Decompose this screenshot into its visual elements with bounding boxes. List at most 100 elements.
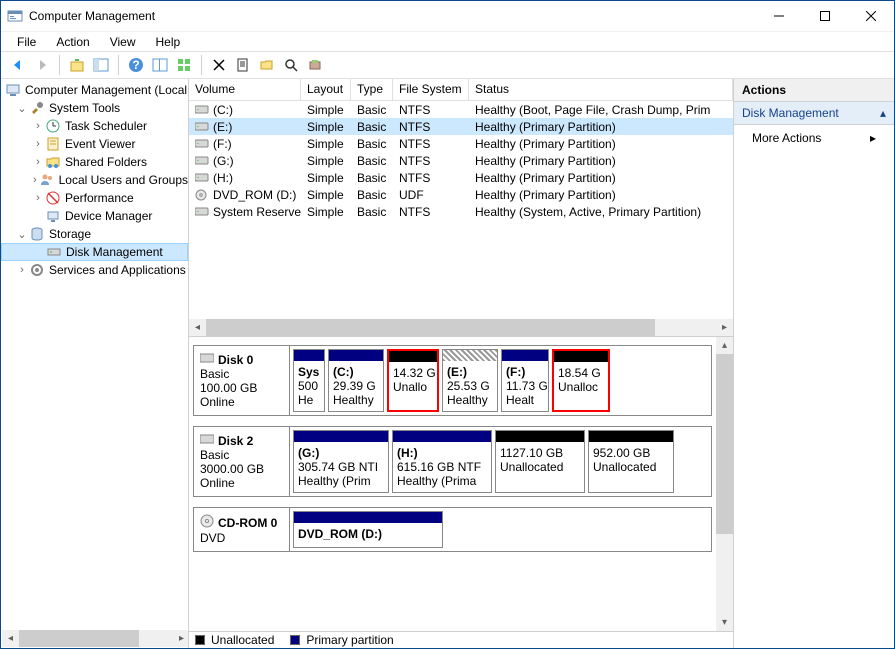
volume-headers[interactable]: Volume Layout Type File System Status: [189, 79, 733, 101]
collapse-icon[interactable]: ▴: [880, 106, 886, 120]
partition-unallocated[interactable]: 952.00 GBUnallocated: [588, 430, 674, 493]
legend: Unallocated Primary partition: [189, 631, 733, 648]
settings-view-button[interactable]: [149, 54, 171, 76]
partition-selected[interactable]: (E:)25.53 GHealthy: [442, 349, 498, 412]
disk-vscroll[interactable]: ▴▾: [716, 337, 733, 631]
disk-icon: [46, 244, 62, 260]
maximize-button[interactable]: [802, 1, 848, 31]
tree-performance[interactable]: ›Performance: [1, 189, 188, 207]
col-filesystem[interactable]: File System: [393, 79, 469, 101]
volume-row[interactable]: DVD_ROM (D:)SimpleBasicUDFHealthy (Prima…: [189, 186, 733, 203]
chevron-right-icon[interactable]: ›: [31, 156, 45, 168]
drive-icon: [195, 104, 209, 116]
services-icon: [29, 262, 45, 278]
forward-button[interactable]: [31, 54, 53, 76]
menu-action[interactable]: Action: [48, 33, 97, 51]
partition[interactable]: DVD_ROM (D:): [293, 511, 443, 548]
show-hide-tree-button[interactable]: [90, 54, 112, 76]
delete-icon[interactable]: [208, 54, 230, 76]
chevron-right-icon[interactable]: ›: [31, 192, 45, 204]
tools-icon: [29, 100, 45, 116]
tree-local-users[interactable]: ›Local Users and Groups: [1, 171, 188, 189]
menu-file[interactable]: File: [9, 33, 44, 51]
drive-icon: [195, 138, 209, 150]
tree-shared-folders[interactable]: ›Shared Folders: [1, 153, 188, 171]
menu-view[interactable]: View: [102, 33, 144, 51]
chevron-down-icon[interactable]: ⌄: [15, 228, 29, 241]
volume-row[interactable]: (C:)SimpleBasicNTFSHealthy (Boot, Page F…: [189, 101, 733, 118]
col-type[interactable]: Type: [351, 79, 393, 101]
volume-row[interactable]: (H:)SimpleBasicNTFSHealthy (Primary Part…: [189, 169, 733, 186]
partition-unallocated[interactable]: 18.54 GUnalloc: [552, 349, 610, 412]
partition[interactable]: (C:)29.39 GHealthy: [328, 349, 384, 412]
actions-section[interactable]: Disk Management▴: [734, 102, 894, 125]
volume-list[interactable]: Volume Layout Type File System Status (C…: [189, 79, 733, 337]
window-title: Computer Management: [29, 9, 756, 23]
properties-icon[interactable]: [232, 54, 254, 76]
chevron-down-icon[interactable]: ⌄: [15, 102, 29, 115]
drive-icon: [195, 172, 209, 184]
action-icon[interactable]: [304, 54, 326, 76]
performance-icon: [45, 190, 61, 206]
refresh-button[interactable]: [173, 54, 195, 76]
tree-root[interactable]: Computer Management (Local: [1, 81, 188, 99]
more-actions[interactable]: More Actions▸: [734, 125, 894, 151]
volume-row[interactable]: (E:)SimpleBasicNTFSHealthy (Primary Part…: [189, 118, 733, 135]
legend-primary-swatch: [290, 635, 300, 645]
disk-map[interactable]: Disk 0 Basic 100.00 GB Online Sys500He (…: [189, 337, 716, 631]
chevron-right-icon: ▸: [870, 131, 876, 145]
tree-task-scheduler[interactable]: ›Task Scheduler: [1, 117, 188, 135]
titlebar: Computer Management: [1, 1, 894, 31]
partition[interactable]: (H:)615.16 GB NTFHealthy (Prima: [392, 430, 492, 493]
menubar: File Action View Help: [1, 31, 894, 51]
disk-2-label: Disk 2 Basic 3000.00 GB Online: [194, 427, 290, 496]
col-layout[interactable]: Layout: [301, 79, 351, 101]
close-button[interactable]: [848, 1, 894, 31]
cdrom-label: CD-ROM 0 DVD: [194, 508, 290, 551]
col-volume[interactable]: Volume: [189, 79, 301, 101]
app-icon: [7, 8, 23, 24]
nav-tree[interactable]: Computer Management (Local ⌄System Tools…: [1, 79, 189, 648]
chevron-right-icon[interactable]: ›: [31, 174, 39, 186]
open-icon[interactable]: [256, 54, 278, 76]
toolbar: ?: [1, 51, 894, 79]
back-button[interactable]: [7, 54, 29, 76]
drive-icon: [195, 155, 209, 167]
volume-row[interactable]: (G:)SimpleBasicNTFSHealthy (Primary Part…: [189, 152, 733, 169]
partition[interactable]: Sys500He: [293, 349, 325, 412]
disk-0[interactable]: Disk 0 Basic 100.00 GB Online Sys500He (…: [193, 345, 712, 416]
volume-row[interactable]: (F:)SimpleBasicNTFSHealthy (Primary Part…: [189, 135, 733, 152]
users-icon: [39, 172, 55, 188]
disk-0-label: Disk 0 Basic 100.00 GB Online: [194, 346, 290, 415]
tree-storage[interactable]: ⌄Storage: [1, 225, 188, 243]
disk-2[interactable]: Disk 2 Basic 3000.00 GB Online (G:)305.7…: [193, 426, 712, 497]
chevron-right-icon[interactable]: ›: [31, 120, 45, 132]
chevron-right-icon[interactable]: ›: [15, 264, 29, 276]
disk-icon: [200, 433, 214, 448]
partition[interactable]: (F:)11.73 GHealt: [501, 349, 549, 412]
computer-icon: [5, 82, 21, 98]
cdrom-0[interactable]: CD-ROM 0 DVD DVD_ROM (D:): [193, 507, 712, 552]
tree-event-viewer[interactable]: ›Event Viewer: [1, 135, 188, 153]
device-icon: [45, 208, 61, 224]
minimize-button[interactable]: [756, 1, 802, 31]
tree-root-label: Computer Management (Local: [25, 83, 187, 97]
help-button[interactable]: ?: [125, 54, 147, 76]
volume-hscroll[interactable]: ◂▸: [189, 319, 733, 336]
tree-hscroll[interactable]: ◂▸: [2, 630, 189, 647]
tree-device-manager[interactable]: Device Manager: [1, 207, 188, 225]
actions-pane: Actions Disk Management▴ More Actions▸: [734, 79, 894, 648]
tree-services[interactable]: ›Services and Applications: [1, 261, 188, 279]
partition[interactable]: (G:)305.74 GB NTIHealthy (Prim: [293, 430, 389, 493]
tree-system-tools[interactable]: ⌄System Tools: [1, 99, 188, 117]
col-status[interactable]: Status: [469, 79, 733, 101]
clock-icon: [45, 118, 61, 134]
menu-help[interactable]: Help: [148, 33, 189, 51]
rescan-icon[interactable]: [280, 54, 302, 76]
partition-unallocated[interactable]: 14.32 GUnallo: [387, 349, 439, 412]
chevron-right-icon[interactable]: ›: [31, 138, 45, 150]
tree-disk-management[interactable]: Disk Management: [1, 243, 188, 261]
up-button[interactable]: [66, 54, 88, 76]
volume-row[interactable]: System ReservedSimpleBasicNTFSHealthy (S…: [189, 203, 733, 220]
partition-unallocated[interactable]: 1127.10 GBUnallocated: [495, 430, 585, 493]
